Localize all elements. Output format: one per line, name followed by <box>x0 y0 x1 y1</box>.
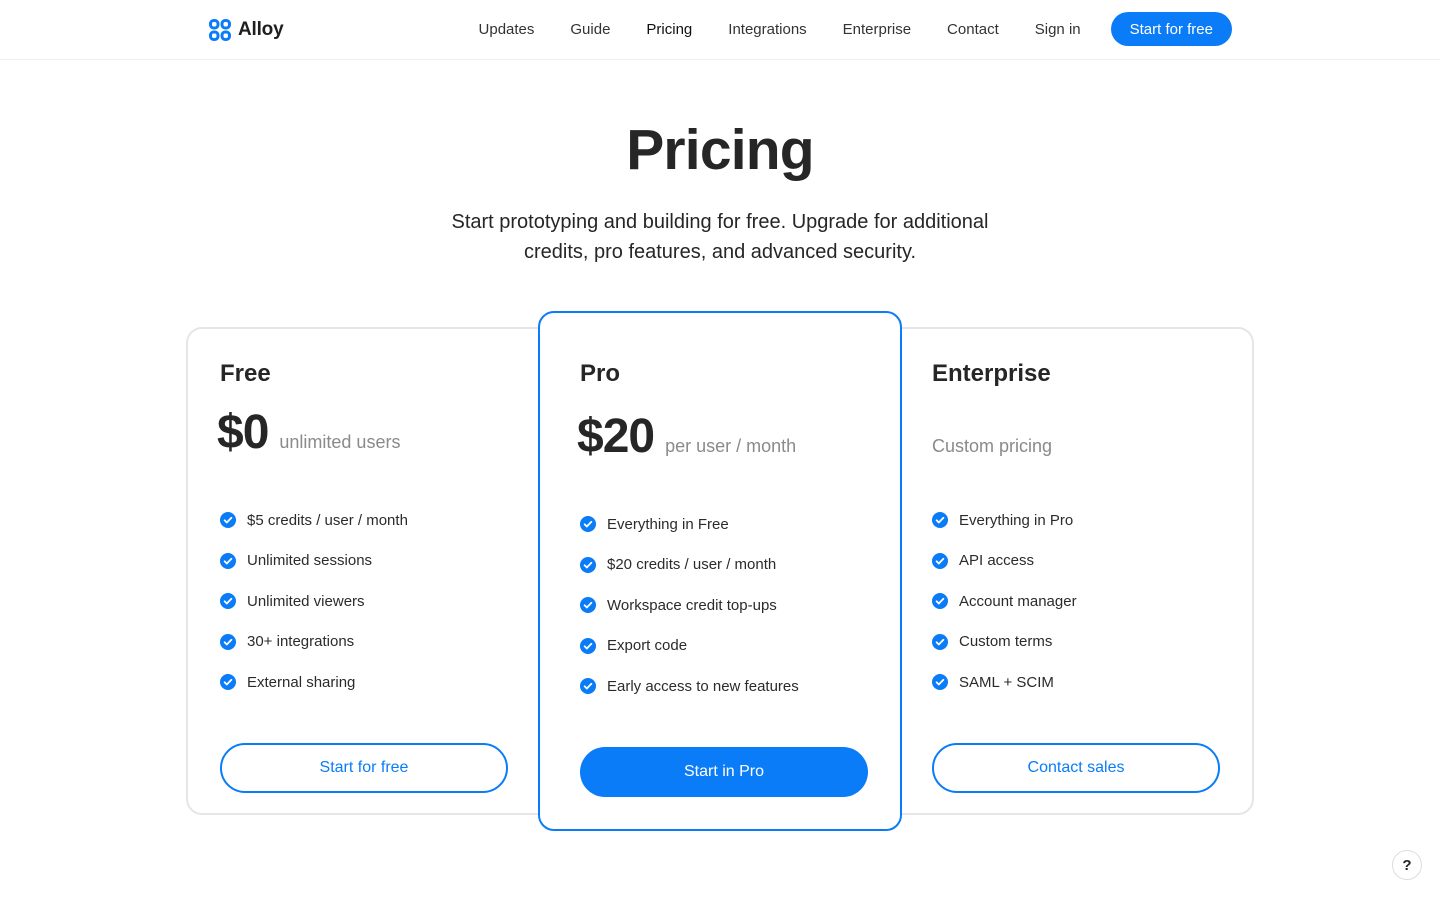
check-circle-icon <box>220 593 236 610</box>
plan-feature-list: $5 credits / user / month Unlimited sess… <box>220 500 408 703</box>
feature-item: Unlimited sessions <box>220 541 408 582</box>
main-nav: Updates Guide Pricing Integrations Enter… <box>479 0 1232 58</box>
free-start-for-free-button[interactable]: Start for free <box>220 743 508 793</box>
feature-item: Custom terms <box>932 622 1077 663</box>
plan-price-note: unlimited users <box>279 432 401 452</box>
plan-price-note: Custom pricing <box>932 436 1053 456</box>
nav-link-sign-in[interactable]: Sign in <box>1035 21 1081 38</box>
feature-item: Export code <box>580 626 799 667</box>
feature-label: Workspace credit top-ups <box>607 596 777 614</box>
feature-label: $5 credits / user / month <box>247 511 408 529</box>
start-in-pro-button[interactable]: Start in Pro <box>580 747 868 797</box>
feature-label: $20 credits / user / month <box>607 556 777 574</box>
plan-feature-list: Everything in Pro API access Account man… <box>932 500 1077 703</box>
feature-label: Unlimited sessions <box>247 552 373 570</box>
nav-link-updates[interactable]: Updates <box>479 21 535 38</box>
check-circle-icon <box>932 552 948 569</box>
brand-name: Alloy <box>238 19 284 40</box>
plan-name: Free <box>220 360 271 387</box>
feature-label: Early access to new features <box>607 677 799 695</box>
check-circle-icon <box>932 674 948 691</box>
feature-label: Unlimited viewers <box>247 592 365 610</box>
plan-name: Pro <box>580 360 621 387</box>
check-circle-icon <box>220 633 236 650</box>
plan-card-enterprise: Enterprise Custom pricing Everything in … <box>886 327 1254 815</box>
feature-label: Custom terms <box>959 633 1053 651</box>
nav-link-pricing[interactable]: Pricing <box>646 21 692 38</box>
page-title: Pricing <box>626 118 814 182</box>
feature-item: API access <box>932 541 1077 582</box>
feature-label: SAML + SCIM <box>959 673 1054 691</box>
check-circle-icon <box>932 633 948 650</box>
feature-item: External sharing <box>220 662 408 703</box>
feature-item: SAML + SCIM <box>932 662 1077 703</box>
nav-link-integrations[interactable]: Integrations <box>728 21 806 38</box>
check-circle-icon <box>932 593 948 610</box>
check-circle-icon <box>220 674 236 691</box>
four-dot-logo-icon <box>209 19 231 41</box>
feature-label: Everything in Free <box>607 515 729 533</box>
nav-link-enterprise[interactable]: Enterprise <box>843 21 911 38</box>
plan-price: $20 <box>577 410 655 463</box>
feature-label: External sharing <box>247 673 356 691</box>
check-circle-icon <box>580 556 596 573</box>
feature-label: Export code <box>607 637 688 655</box>
page-subtitle: Start prototyping and building for free.… <box>451 211 989 263</box>
feature-item: $5 credits / user / month <box>220 500 408 541</box>
plan-feature-list: Everything in Free $20 credits / user / … <box>580 504 799 707</box>
plan-price-row: $0 unlimited users <box>217 405 400 460</box>
plan-name: Enterprise <box>932 360 1051 387</box>
feature-label: 30+ integrations <box>247 633 355 651</box>
check-circle-icon <box>580 516 596 533</box>
plan-card-pro: Pro $20 per user / month Everything in F… <box>538 311 902 831</box>
plan-price-row: $20 per user / month <box>577 409 796 464</box>
top-navigation-bar: Alloy Updates Guide Pricing Integrations… <box>0 0 1440 60</box>
feature-label: Account manager <box>959 592 1077 610</box>
check-circle-icon <box>932 512 948 529</box>
plan-price-note: per user / month <box>665 436 797 456</box>
contact-sales-button[interactable]: Contact sales <box>932 743 1220 793</box>
help-icon[interactable]: ? <box>1392 850 1422 880</box>
check-circle-icon <box>220 512 236 529</box>
plan-price: $0 <box>217 406 269 459</box>
feature-item: Account manager <box>932 581 1077 622</box>
check-circle-icon <box>580 678 596 695</box>
plan-card-free: Free $0 unlimited users $5 credits / use… <box>186 327 554 815</box>
feature-item: Unlimited viewers <box>220 581 408 622</box>
feature-label: Everything in Pro <box>959 511 1074 529</box>
check-circle-icon <box>220 552 236 569</box>
feature-item: Everything in Pro <box>932 500 1077 541</box>
start-for-free-button[interactable]: Start for free <box>1110 12 1232 46</box>
feature-item: 30+ integrations <box>220 622 408 663</box>
feature-item: Early access to new features <box>580 666 799 707</box>
feature-item: $20 credits / user / month <box>580 545 799 586</box>
feature-item: Everything in Free <box>580 504 799 545</box>
nav-link-contact[interactable]: Contact <box>947 21 999 38</box>
check-circle-icon <box>580 597 596 614</box>
brand-logo[interactable]: Alloy <box>209 17 284 43</box>
check-circle-icon <box>580 637 596 654</box>
feature-item: Workspace credit top-ups <box>580 585 799 626</box>
nav-link-guide[interactable]: Guide <box>570 21 610 38</box>
feature-label: API access <box>959 552 1035 570</box>
